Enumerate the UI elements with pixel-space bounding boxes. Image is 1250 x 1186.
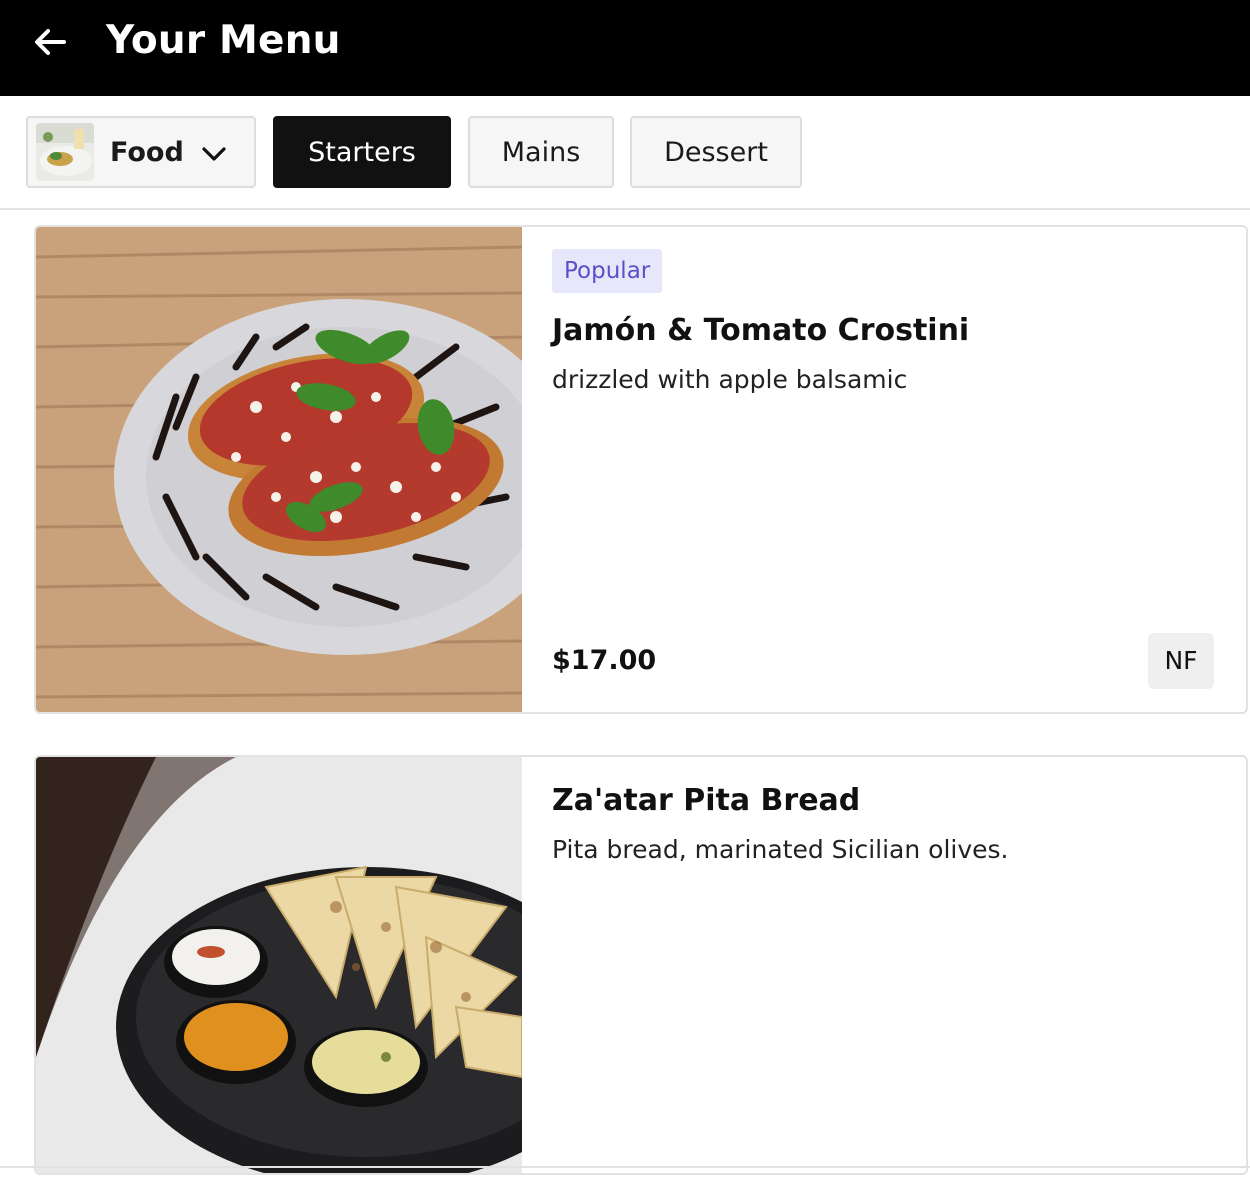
item-name: Jamón & Tomato Crostini (552, 313, 970, 348)
item-description: Pita bread, marinated Sicilian olives. (552, 835, 1009, 864)
category-bar: Food Starters Mains Dessert (0, 96, 1250, 210)
menu-item-card[interactable]: Popular Jamón & Tomato Crostini drizzled… (34, 225, 1248, 714)
tab-starters[interactable]: Starters (273, 116, 451, 188)
page-title: Your Menu (106, 18, 341, 63)
menu-type-select[interactable]: Food (26, 116, 256, 188)
item-description: drizzled with apple balsamic (552, 365, 908, 394)
menu-item-details: Za'atar Pita Bread Pita bread, marinated… (522, 757, 1246, 1173)
tab-mains[interactable]: Mains (468, 116, 614, 188)
popular-badge: Popular (552, 249, 663, 293)
dietary-tag: NF (1148, 633, 1214, 689)
tab-label: Mains (501, 136, 581, 168)
arrow-left-icon (35, 29, 66, 55)
back-button[interactable] (28, 20, 72, 64)
tab-label: Dessert (664, 136, 768, 168)
chevron-down-icon (202, 147, 226, 161)
item-name: Za'atar Pita Bread (552, 783, 861, 818)
tab-label: Starters (308, 136, 416, 168)
crostini-photo (36, 227, 578, 712)
food-thumbnail (36, 123, 94, 181)
menu-type-label: Food (110, 136, 184, 168)
menu-item-card[interactable]: Za'atar Pita Bread Pita bread, marinated… (34, 755, 1248, 1175)
pita-bread-photo (36, 757, 616, 1173)
bottom-divider (0, 1166, 1250, 1168)
menu-item-details: Popular Jamón & Tomato Crostini drizzled… (522, 227, 1246, 712)
item-price: $17.00 (552, 645, 657, 676)
tab-dessert[interactable]: Dessert (630, 116, 802, 188)
top-app-bar: Your Menu (0, 0, 1250, 96)
